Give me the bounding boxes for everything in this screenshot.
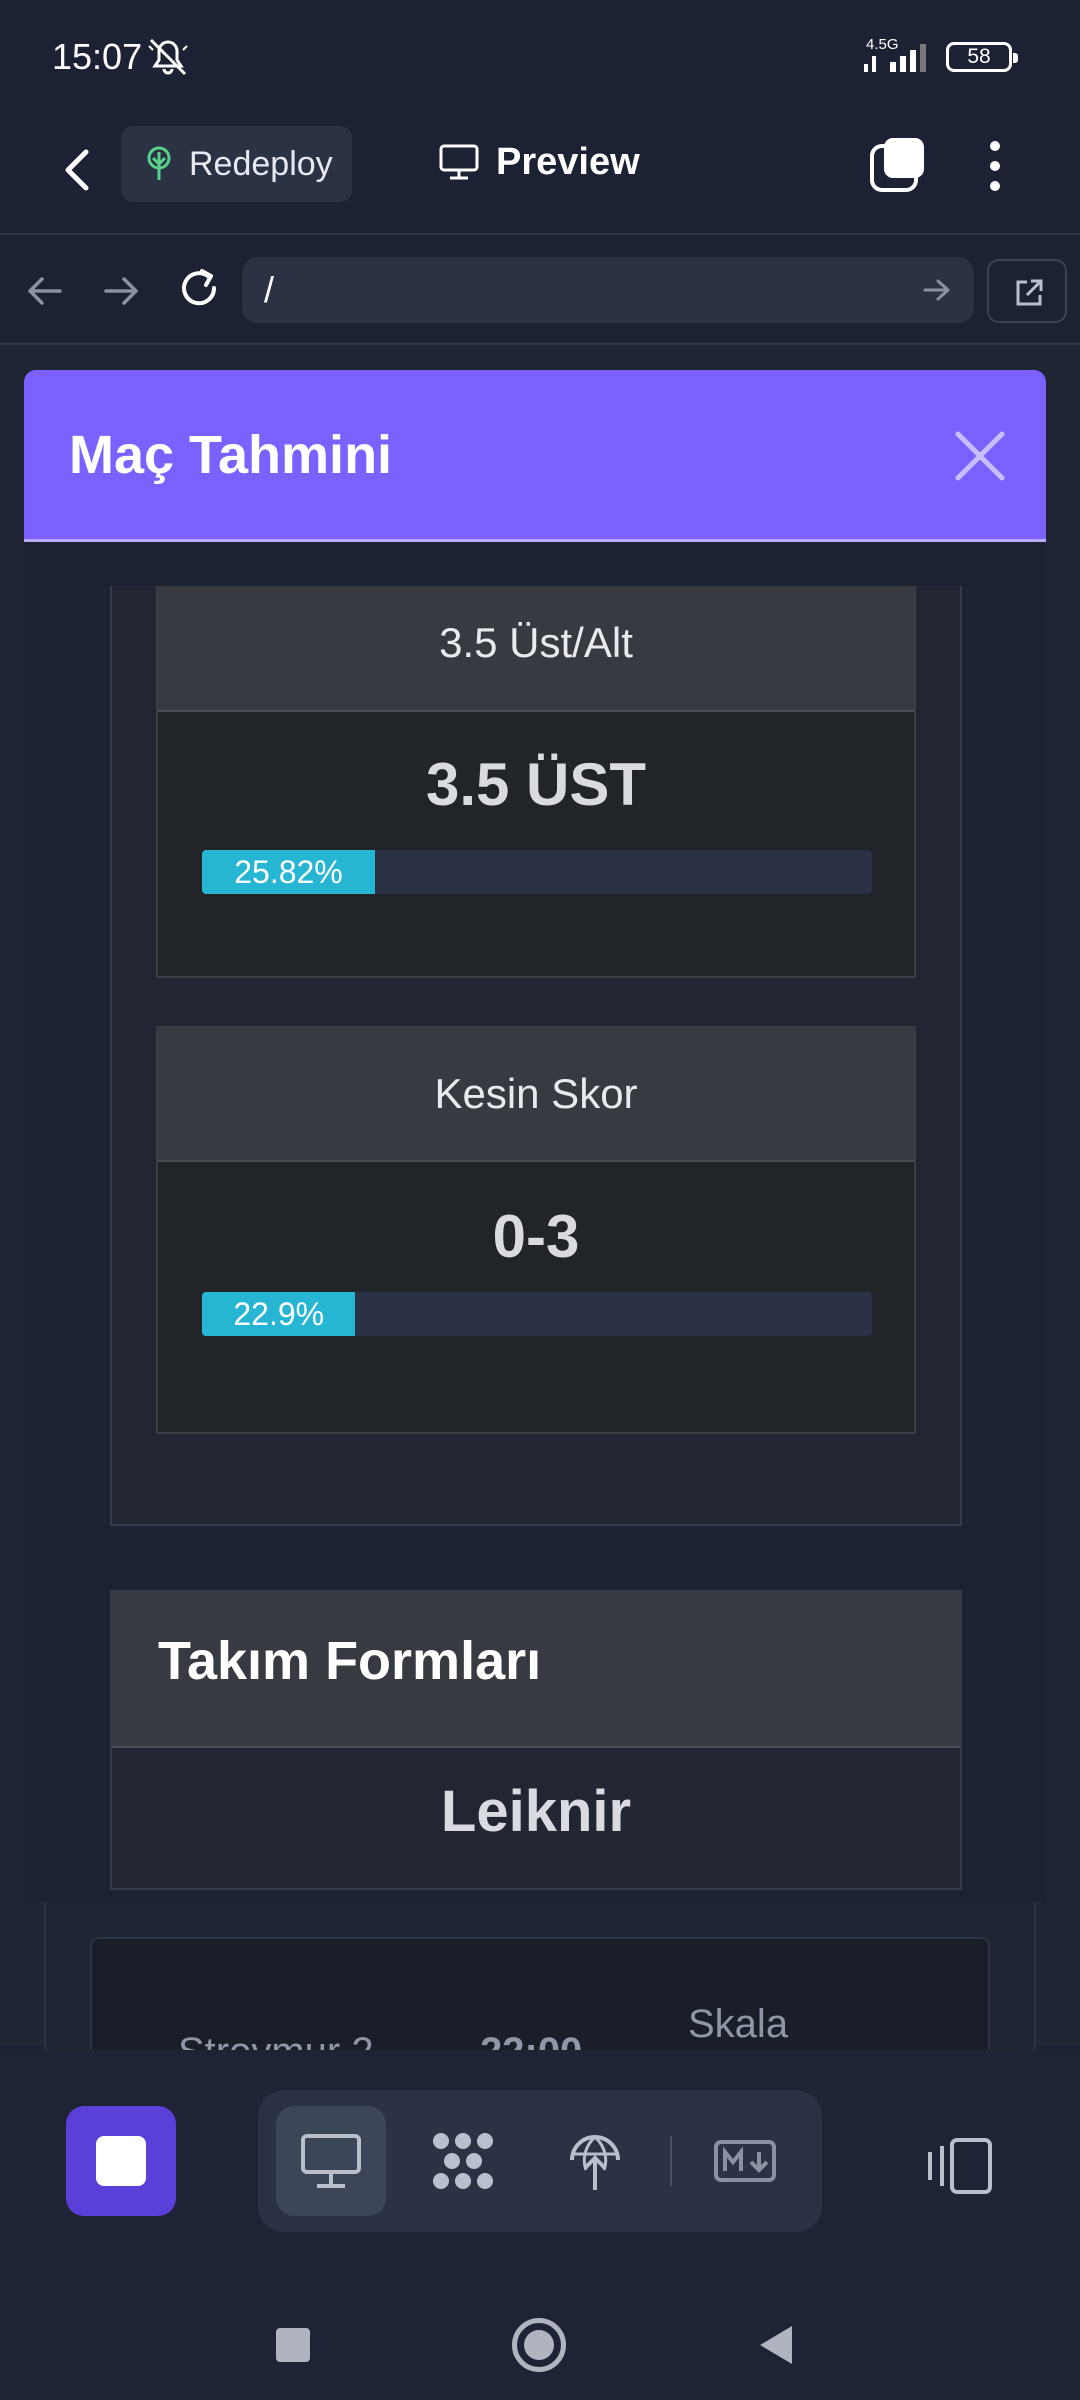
external-link-icon <box>1016 279 1043 306</box>
team-forms-title: Takım Formları <box>158 1631 542 1691</box>
team-forms-card: Takım Formları Leiknir <box>110 1590 962 1890</box>
probability-fill: 25.82% <box>202 850 375 894</box>
redeploy-button[interactable]: Redeploy <box>121 126 352 202</box>
browser-forward-icon[interactable] <box>100 271 144 311</box>
app-header: Redeploy Preview <box>0 110 1080 235</box>
preview-tab[interactable]: Preview <box>438 132 640 192</box>
markdown-icon <box>714 2140 776 2182</box>
back-arrow-icon[interactable] <box>52 140 102 200</box>
browser-url-bar: / <box>0 235 1080 345</box>
bottom-toolbar <box>0 2050 1080 2280</box>
probability-fill: 22.9% <box>202 1292 356 1336</box>
monitor-icon <box>301 2134 361 2188</box>
muted-bell-icon <box>148 38 188 76</box>
prediction-modal: Maç Tahmini 3.5 Üst/Alt 3.5 ÜST 25.82% K… <box>24 370 1046 1902</box>
tabs-icon[interactable] <box>868 134 928 194</box>
preview-label: Preview <box>496 140 640 183</box>
modal-body[interactable]: 3.5 Üst/Alt 3.5 ÜST 25.82% Kesin Skor 0-… <box>24 542 1046 1902</box>
tool-group <box>258 2090 822 2232</box>
globe-upload-icon <box>570 2135 620 2190</box>
browser-back-icon[interactable] <box>22 271 66 311</box>
modal-header: Maç Tahmini <box>24 370 1046 542</box>
signal-strength-icon <box>864 44 926 72</box>
device-toggle-icon[interactable] <box>924 2136 994 2196</box>
background-away-team: Skala <box>688 2002 789 2046</box>
prediction-heading: 3.5 Üst/Alt <box>158 586 914 712</box>
deploy-tree-icon <box>147 146 171 180</box>
system-nav-bar <box>0 2280 1080 2400</box>
go-arrow-icon[interactable] <box>922 277 952 303</box>
prediction-value: 0-3 <box>492 1203 580 1270</box>
team-name: Leiknir <box>440 1779 632 1844</box>
more-options-icon[interactable] <box>980 136 1010 196</box>
reload-icon[interactable] <box>176 265 222 311</box>
prediction-card-over-under: 3.5 Üst/Alt 3.5 ÜST 25.82% <box>156 586 916 978</box>
recents-button[interactable] <box>276 2328 310 2362</box>
packages-icon <box>433 2133 493 2189</box>
battery-indicator: 58 <box>946 42 1018 72</box>
probability-bar: 25.82% <box>202 850 872 894</box>
system-back-button[interactable] <box>760 2326 792 2364</box>
markdown-button[interactable] <box>690 2106 800 2216</box>
prediction-card-exact-score: Kesin Skor 0-3 22.9% <box>156 1026 916 1434</box>
close-icon[interactable] <box>954 430 1006 482</box>
toolbar-divider <box>670 2136 672 2186</box>
monitor-icon <box>439 144 479 180</box>
team-forms-header: Takım Formları <box>112 1592 960 1748</box>
home-button[interactable] <box>512 2318 566 2372</box>
stop-button[interactable] <box>66 2106 176 2216</box>
url-input[interactable]: / <box>242 257 974 323</box>
prediction-heading: Kesin Skor <box>158 1028 914 1162</box>
status-time: 15:07 <box>52 36 143 77</box>
deploy-button[interactable] <box>540 2106 650 2216</box>
probability-bar: 22.9% <box>202 1292 872 1336</box>
packages-button[interactable] <box>408 2106 518 2216</box>
url-text: / <box>264 269 275 310</box>
redeploy-label: Redeploy <box>189 144 333 183</box>
status-bar: 15:07 4.5G 58 <box>0 0 1080 110</box>
prediction-value: 3.5 ÜST <box>425 751 647 818</box>
modal-title: Maç Tahmini <box>69 425 393 485</box>
open-external-button[interactable] <box>987 259 1067 323</box>
desktop-preview-button[interactable] <box>276 2106 386 2216</box>
